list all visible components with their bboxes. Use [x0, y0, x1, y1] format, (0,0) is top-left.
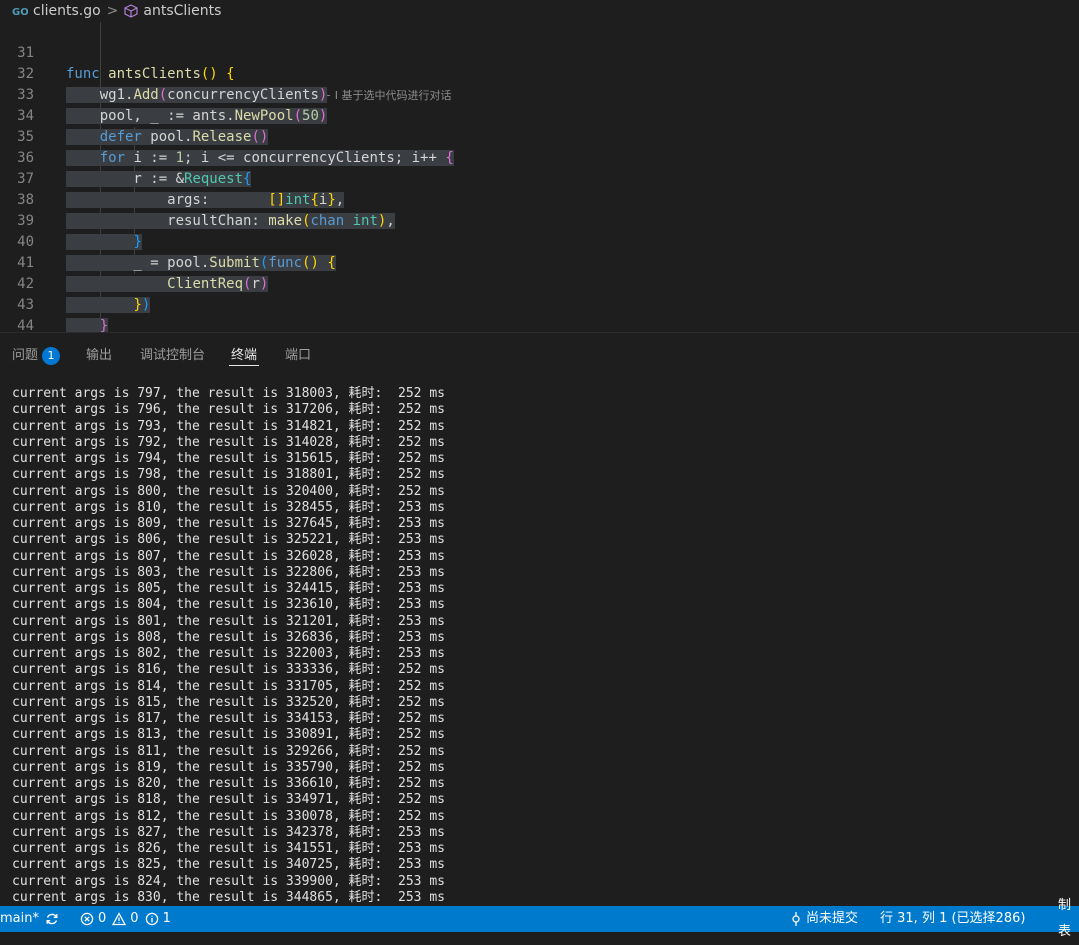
terminal-line: current args is 818, the result is 33497…	[12, 792, 445, 808]
tab-output[interactable]: 输出	[86, 344, 112, 363]
error-count: 0	[98, 911, 107, 926]
terminal-line: current args is 825, the result is 34072…	[12, 857, 445, 873]
tab-debug-console[interactable]: 调试控制台	[140, 344, 205, 363]
indentation-indicator[interactable]: 制表	[1058, 898, 1079, 939]
terminal-line: current args is 800, the result is 32040…	[12, 483, 445, 499]
code-line[interactable]: 39 }	[0, 190, 1079, 250]
code-line[interactable]: 42 })	[0, 253, 1079, 313]
terminal-line: current args is 801, the result is 32120…	[12, 613, 445, 629]
tab-problems-label: 问题	[12, 348, 39, 363]
code-line[interactable]: 45 }	[0, 316, 1079, 332]
terminal-line: current args is 815, the result is 33252…	[12, 694, 445, 710]
info-count: 1	[162, 911, 171, 926]
code-line[interactable]: 40 _ = pool.Submit(func() {	[0, 211, 1079, 271]
breadcrumb-symbol[interactable]: antsClients	[143, 3, 221, 19]
terminal-line: current args is 820, the result is 33661…	[12, 776, 445, 791]
code-line[interactable]: 34 defer pool.Release()	[0, 85, 1079, 145]
terminal-line: current args is 805, the result is 32441…	[12, 581, 445, 596]
code-line[interactable]: 32 wg1.Add(concurrencyClients)	[0, 43, 1079, 103]
terminal-line: current args is 817, the result is 33415…	[12, 711, 445, 726]
breadcrumb-file[interactable]: clients.go	[33, 3, 101, 19]
tab-terminal[interactable]: 终端	[231, 344, 257, 363]
terminal-line: current args is 798, the result is 31880…	[12, 467, 445, 483]
terminal-line: current args is 830, the result is 34486…	[12, 889, 445, 905]
code-editor[interactable]: 31 func antsClients() { Command + I 基于选中…	[0, 22, 1079, 332]
terminal-line: current args is 802, the result is 32200…	[12, 646, 445, 661]
terminal-line: current args is 794, the result is 31561…	[12, 451, 445, 466]
terminal-line: current args is 806, the result is 32522…	[12, 532, 445, 548]
status-bar: main* 0 0 1 尚未提交 行 31, 列 1 (已选择286) 制表	[0, 898, 1079, 939]
code-line[interactable]: 44 wg1.Wait()	[0, 295, 1079, 332]
error-icon	[80, 912, 98, 926]
cube-icon	[124, 4, 138, 18]
svg-text:GO: GO	[12, 7, 28, 16]
breadcrumb-separator: >	[106, 3, 119, 19]
branch-indicator[interactable]: main*	[0, 906, 63, 932]
panel-tabs: 问题 1 输出 调试控制台 终端 端口	[0, 333, 1079, 373]
terminal-line: current args is 810, the result is 32845…	[12, 499, 445, 515]
terminal-line: current args is 819, the result is 33579…	[12, 759, 445, 775]
commit-icon	[790, 912, 806, 926]
terminal-line: current args is 803, the result is 32280…	[12, 564, 445, 580]
go-file-icon: GO	[12, 6, 28, 16]
terminal-line: current args is 797, the result is 31800…	[12, 386, 445, 401]
code-line[interactable]: 31 func antsClients() { Command + I 基于选中…	[0, 22, 1079, 102]
breadcrumb: GO clients.go > antsClients	[0, 0, 1079, 22]
terminal-line: current args is 804, the result is 32361…	[12, 597, 445, 613]
terminal-line: current args is 809, the result is 32764…	[12, 516, 445, 531]
commit-status: 尚未提交	[806, 911, 859, 926]
info-icon	[145, 912, 163, 926]
tab-problems[interactable]: 问题 1	[12, 344, 61, 365]
terminal-line: current args is 812, the result is 33007…	[12, 808, 445, 824]
terminal-line: current args is 826, the result is 34155…	[12, 841, 445, 856]
terminal-line: current args is 814, the result is 33170…	[12, 678, 445, 694]
code-line[interactable]: 38 resultChan: make(chan int),	[0, 169, 1079, 229]
problems-indicator[interactable]: 0 0 1	[80, 906, 171, 932]
sync-icon[interactable]	[45, 912, 63, 926]
code-line[interactable]: 36 r := &Request{	[0, 127, 1079, 187]
code-line[interactable]: 43 }	[0, 274, 1079, 332]
terminal-line: current args is 807, the result is 32602…	[12, 548, 445, 564]
active-tab-indicator	[229, 365, 259, 366]
tab-ports[interactable]: 端口	[285, 344, 311, 363]
terminal-line: current args is 816, the result is 33333…	[12, 662, 445, 678]
code-line[interactable]: 33 pool, _ := ants.NewPool(50)	[0, 64, 1079, 124]
code-line[interactable]: 37 args: []int{i},	[0, 148, 1079, 208]
code-line[interactable]: 35 for i := 1; i <= concurrencyClients; …	[0, 106, 1079, 166]
warning-icon	[112, 912, 130, 926]
terminal-line: current args is 793, the result is 31482…	[12, 418, 445, 434]
terminal-line: current args is 813, the result is 33089…	[12, 727, 445, 743]
branch-name: main*	[0, 911, 39, 926]
code-line[interactable]: 41 ClientReq(r)	[0, 232, 1079, 292]
terminal-line: current args is 796, the result is 31720…	[12, 402, 445, 418]
terminal-line: current args is 808, the result is 32683…	[12, 629, 445, 645]
terminal-line: current args is 811, the result is 32926…	[12, 743, 445, 759]
terminal-line: current args is 827, the result is 34237…	[12, 824, 445, 840]
commit-indicator[interactable]: 尚未提交	[790, 906, 858, 932]
terminal-output[interactable]: current args is 797, the result is 31800…	[12, 386, 1072, 905]
warning-count: 0	[130, 911, 139, 926]
terminal-line: current args is 792, the result is 31402…	[12, 434, 445, 450]
terminal-line: current args is 824, the result is 33990…	[12, 873, 445, 889]
problems-count-badge: 1	[42, 346, 61, 365]
cursor-position[interactable]: 行 31, 列 1 (已选择286)	[880, 906, 1025, 932]
